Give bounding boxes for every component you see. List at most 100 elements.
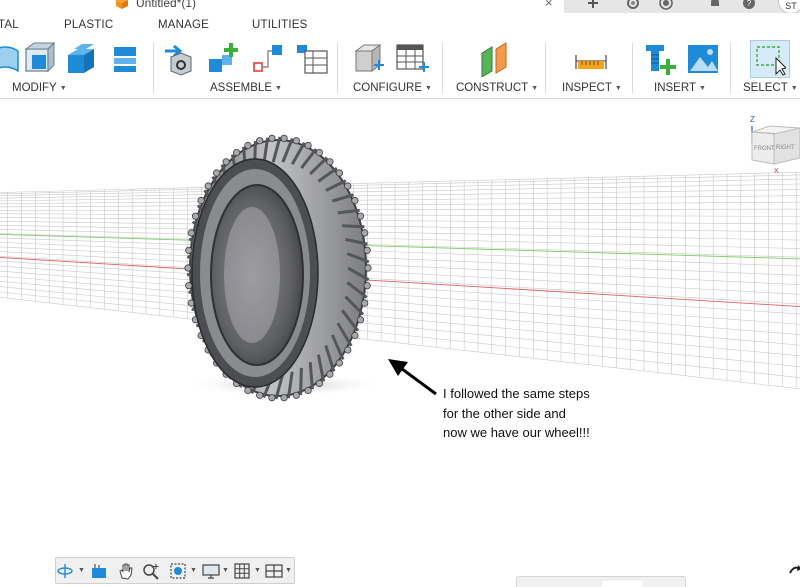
tread-lug — [185, 282, 193, 290]
tab-utilities[interactable]: UTILITIES — [252, 19, 307, 31]
grid-line — [0, 275, 800, 346]
tread-lug — [244, 386, 252, 395]
combine-icon[interactable] — [108, 41, 142, 77]
chevron-down-icon[interactable]: ▼ — [254, 567, 261, 574]
insert-menu[interactable]: INSERT ▼ — [654, 82, 706, 94]
measure-icon[interactable] — [574, 41, 608, 77]
joint-icon[interactable] — [205, 41, 239, 77]
motion-study-icon[interactable] — [295, 41, 329, 77]
tread-lug — [184, 264, 192, 272]
document-tab[interactable]: Untitled*(1) × — [108, 0, 564, 13]
select-menu[interactable]: SELECT ▼ — [743, 82, 798, 94]
help-icon[interactable]: ? — [742, 0, 756, 10]
job-status-icon[interactable] — [659, 0, 673, 10]
offset-plane-icon[interactable] — [478, 41, 512, 77]
chevron-down-icon[interactable]: ▼ — [222, 567, 229, 574]
tread-lug — [244, 141, 252, 150]
insert-canvas-icon[interactable] — [686, 41, 720, 77]
annotation-arrow — [388, 359, 437, 396]
chevron-down-icon[interactable]: ▼ — [78, 567, 85, 574]
annotation-line: I followed the same steps — [443, 386, 590, 401]
press-pull-icon[interactable] — [0, 41, 22, 77]
close-icon[interactable]: × — [545, 0, 553, 10]
tread-lug — [187, 229, 195, 237]
bell-icon[interactable] — [708, 0, 722, 10]
fit-icon[interactable] — [168, 561, 188, 581]
select-button[interactable] — [750, 40, 790, 78]
tread-lug — [256, 137, 264, 145]
shell-icon[interactable] — [64, 41, 98, 77]
configuration-table-icon[interactable] — [395, 41, 429, 77]
tread-lug — [292, 137, 300, 145]
tread-lug — [268, 394, 276, 402]
timeline-panel-tab[interactable] — [516, 576, 686, 587]
grid-line — [0, 255, 800, 305]
new-component-icon[interactable] — [161, 41, 195, 77]
tread-lug — [222, 158, 230, 166]
grid-line — [0, 229, 800, 249]
grid-line — [0, 257, 800, 307]
construct-menu[interactable]: CONSTRUCT ▼ — [456, 82, 538, 94]
viewports-icon[interactable] — [264, 561, 284, 581]
tread-lug — [304, 141, 312, 150]
configure-menu[interactable]: CONFIGURE ▼ — [353, 82, 432, 94]
tread-lug — [268, 134, 276, 142]
tab-plastic[interactable]: PLASTIC — [64, 19, 113, 31]
as-built-joint-icon[interactable] — [250, 41, 284, 77]
insert-mcmaster-icon[interactable] — [642, 41, 676, 77]
ribbon-separator — [153, 43, 154, 93]
tread-lug — [304, 386, 312, 395]
fusion-cube-icon — [116, 0, 128, 9]
tread-groove — [299, 367, 303, 395]
ground-grid — [0, 171, 800, 390]
grid-line — [0, 213, 800, 217]
tread-lug — [344, 182, 352, 190]
tread-lug — [292, 391, 300, 399]
grid-line — [0, 251, 800, 295]
assemble-menu[interactable]: ASSEMBLE ▼ — [210, 82, 282, 94]
svg-text:?: ? — [747, 0, 752, 8]
x-axis-label: X — [774, 168, 779, 174]
grid-line — [0, 265, 800, 325]
pan-icon[interactable] — [116, 561, 136, 581]
annotation-line: for the other side and — [443, 405, 566, 421]
view-cube[interactable]: Z FRONT RIGHT X — [744, 114, 800, 174]
ribbon-separator — [545, 43, 546, 93]
grid-line — [0, 178, 800, 197]
modify-menu[interactable]: MODIFY ▼ — [12, 82, 67, 94]
refresh-icon[interactable] — [626, 0, 640, 10]
tab-sheet-metal[interactable]: TAL — [0, 19, 19, 31]
annotation-text: I followed the same steps for the other … — [443, 384, 643, 443]
tread-lug — [335, 359, 343, 367]
toolbar-ribbon: MODIFY ▼ ASSEMBLE ▼ CONFIGURE ▼ CONSTRUC… — [0, 37, 800, 99]
tread-lug — [364, 264, 372, 272]
tread-lug — [335, 169, 343, 177]
zoom-icon[interactable] — [141, 561, 161, 581]
configure-design-icon[interactable] — [352, 41, 386, 77]
grid-icon[interactable] — [232, 561, 252, 581]
ribbon-separator — [632, 43, 633, 93]
tire-model[interactable] — [184, 134, 372, 402]
tab-manage[interactable]: MANAGE — [158, 19, 209, 31]
inspect-menu[interactable]: INSPECT ▼ — [562, 82, 622, 94]
viewcube-right-label[interactable]: RIGHT — [776, 145, 795, 151]
look-at-icon[interactable] — [89, 561, 109, 581]
tread-lug — [326, 158, 334, 166]
fillet-icon[interactable] — [22, 41, 56, 77]
plus-icon[interactable] — [586, 0, 600, 10]
navigation-bar: ▼ ▼ ▼ ▼ ▼ — [55, 557, 295, 584]
tread-lug — [344, 346, 352, 354]
scene-3d — [0, 134, 800, 402]
viewcube-front-label[interactable]: FRONT — [754, 146, 775, 152]
window-select-icon — [756, 46, 786, 76]
display-settings-icon[interactable] — [201, 561, 221, 581]
chevron-down-icon[interactable]: ▼ — [285, 567, 292, 574]
annotation-line: now we have our wheel!!! — [443, 425, 590, 440]
tread-lug — [326, 370, 334, 378]
grid-line — [0, 171, 800, 193]
tread-lug — [361, 299, 369, 307]
chevron-down-icon[interactable]: ▼ — [190, 567, 197, 574]
orbit-icon[interactable] — [56, 561, 76, 581]
corner-orbit-icon — [789, 565, 800, 574]
canvas-viewport[interactable]: I followed the same steps for the other … — [0, 100, 800, 587]
